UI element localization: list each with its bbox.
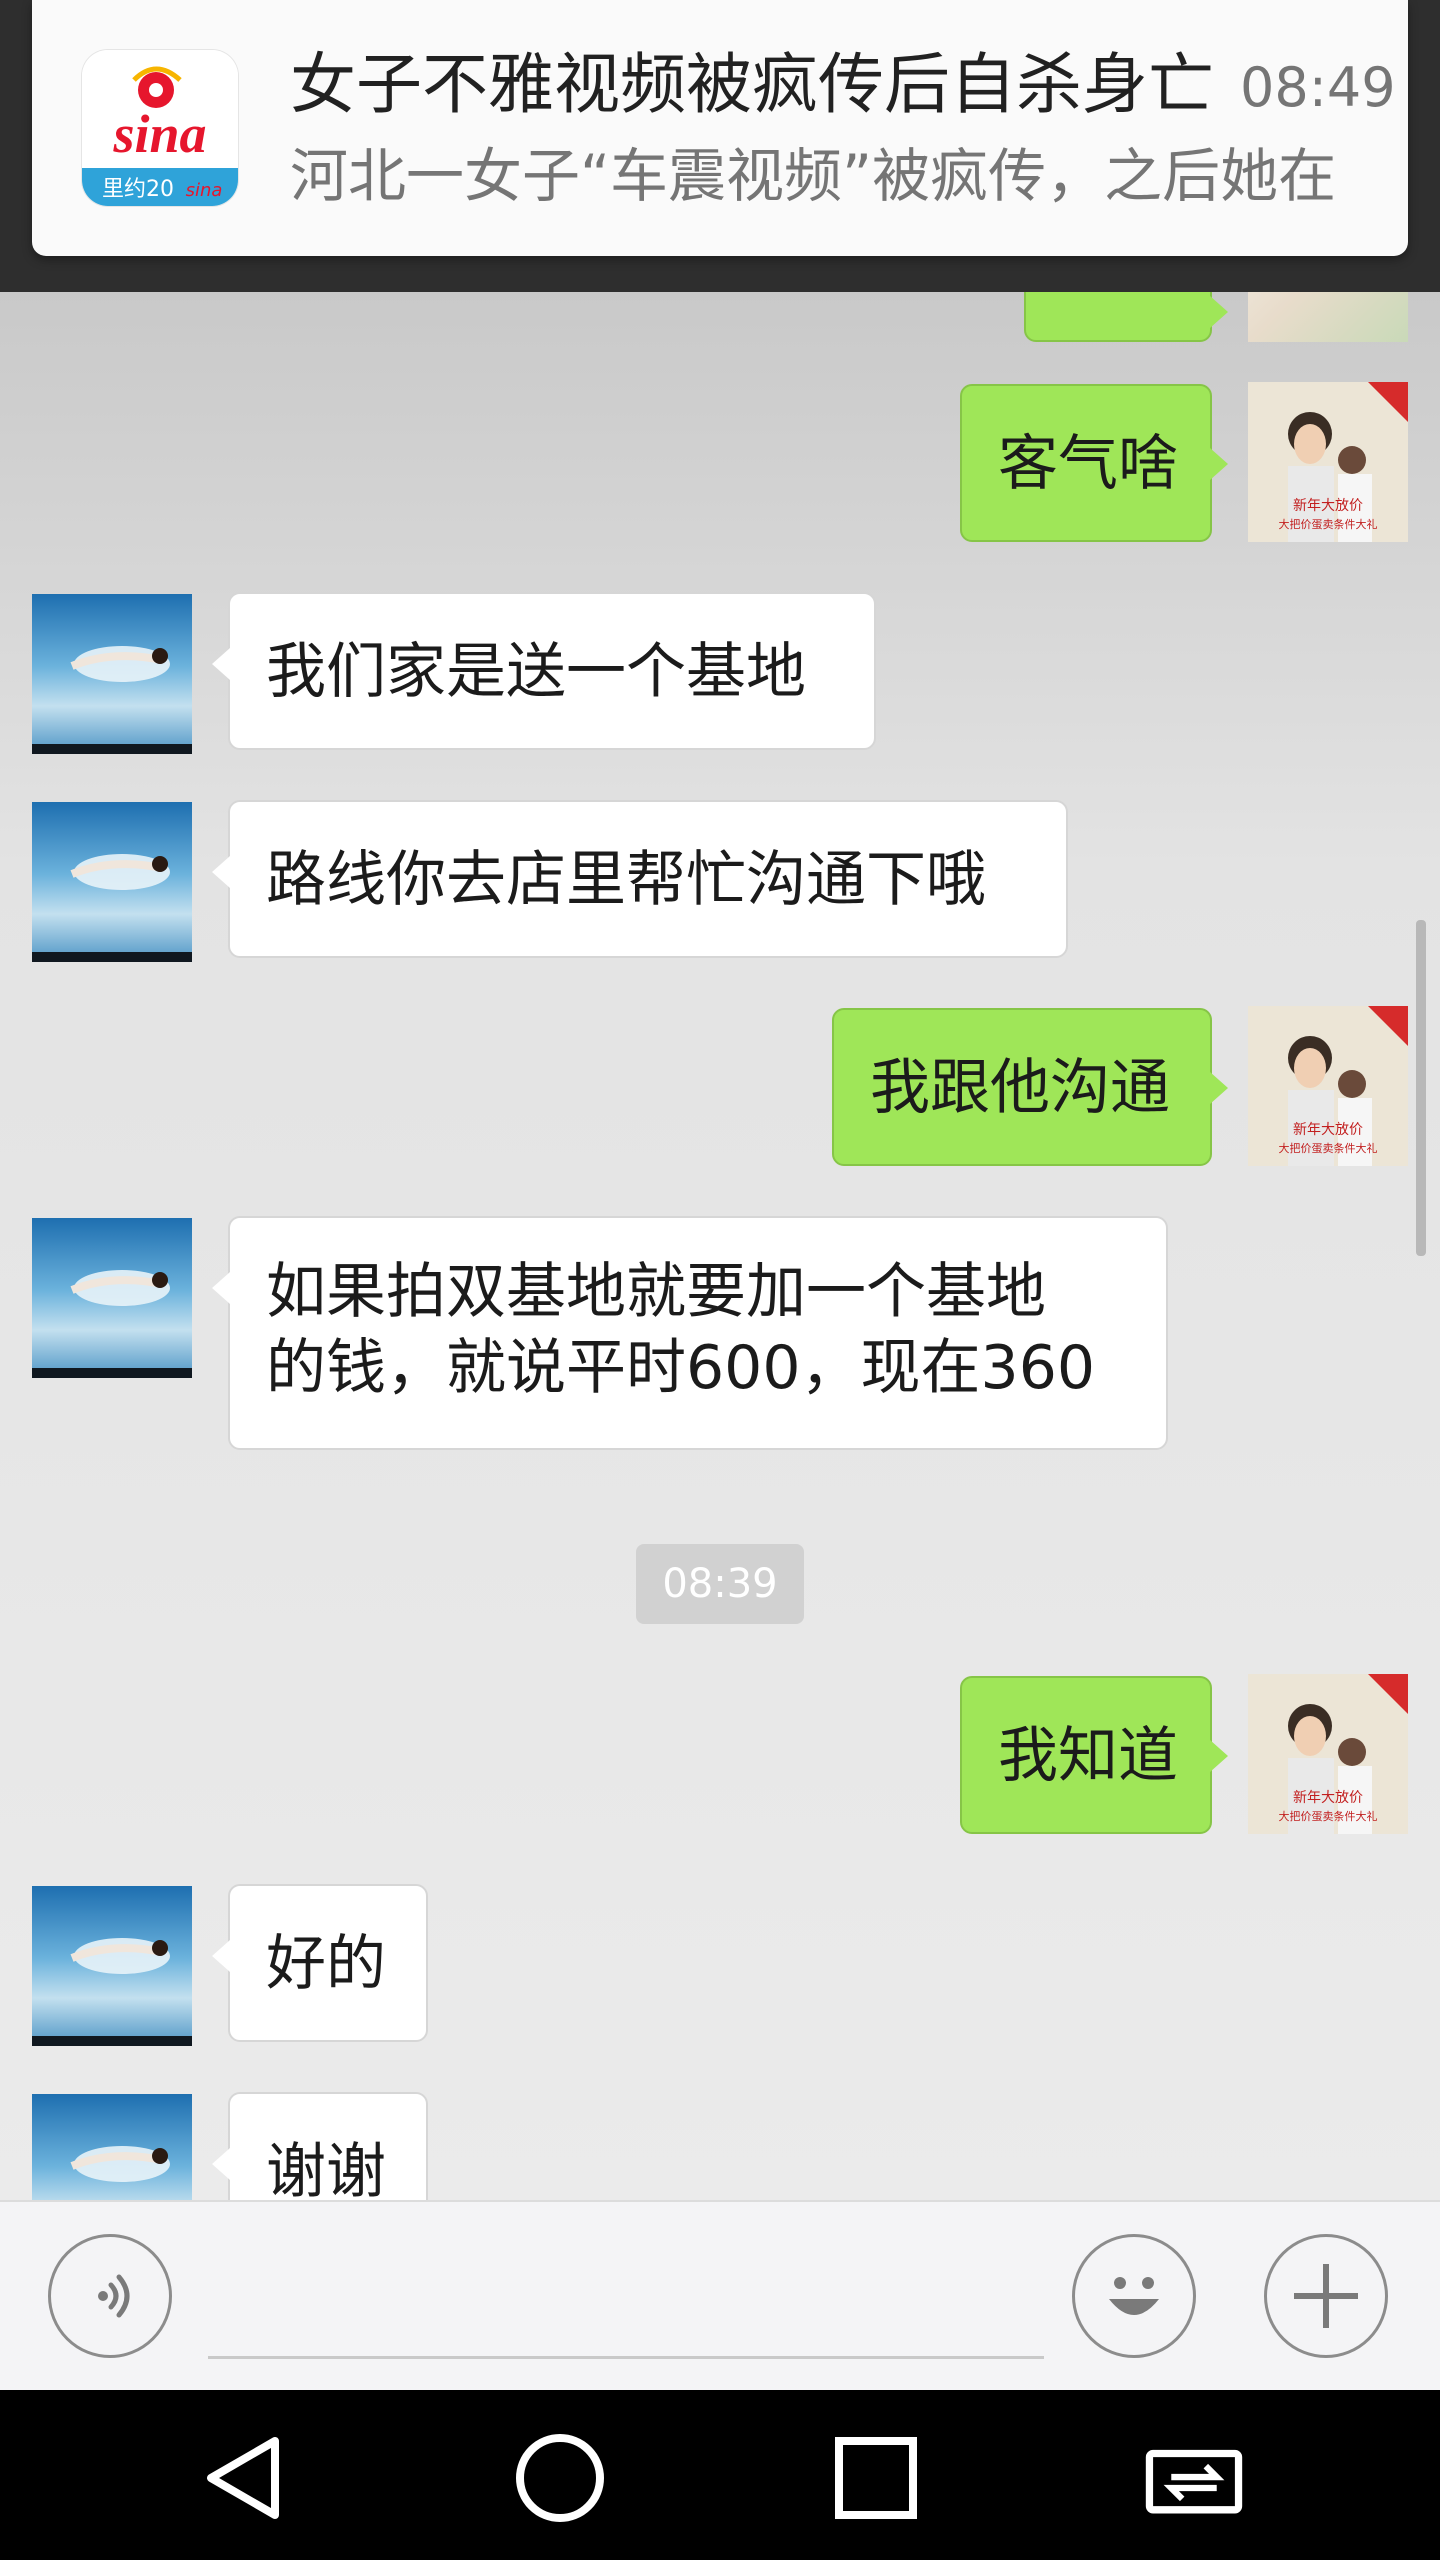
voice-icon: [98, 2274, 130, 2318]
voice-button[interactable]: [48, 2234, 172, 2358]
message-input[interactable]: [208, 2242, 1044, 2359]
message-text: 我们家是送一个基地: [266, 637, 806, 707]
home-button[interactable]: [510, 2428, 610, 2528]
input-bar: [0, 2200, 1440, 2392]
message-text: 我知道: [998, 1721, 1178, 1791]
message-bubble-contact[interactable]: 如果拍双基地就要加一个基地 的钱，就说平时600，现在360: [212, 1216, 1168, 1450]
notification-text: 河北一女子“车震视频”被疯传，之后她在: [290, 142, 1337, 210]
message-text: 路线你去店里帮忙沟通下哦: [266, 845, 986, 915]
sina-logo: sina 里约20 sina: [82, 50, 238, 206]
chat-area[interactable]: 客气啥 新年大放价 大把价蛋卖条件大礼 我们家是送一个基地 路线你去店里帮忙沟通…: [0, 292, 1440, 2200]
plus-icon: [1294, 2264, 1358, 2328]
avatar-photo: [32, 1938, 192, 2046]
emoji-button[interactable]: [1072, 2234, 1196, 2358]
avatar-contact[interactable]: [32, 594, 192, 754]
message-text-line: 如果拍双基地就要加一个基地: [266, 1257, 1046, 1327]
message-bubble-contact[interactable]: 我们家是送一个基地: [212, 592, 876, 750]
message-bubble-self[interactable]: 我知道: [960, 1676, 1228, 1834]
avatar-photo: [70, 2146, 170, 2182]
svg-text:新年大放价: 新年大放价: [1293, 1122, 1363, 1138]
switch-icon: [1145, 2449, 1243, 2514]
scrollbar[interactable]: [1416, 920, 1426, 1256]
back-icon: [207, 2437, 279, 2519]
message-bubble-contact[interactable]: 路线你去店里帮忙沟通下哦: [212, 800, 1068, 958]
message-text: 客气啥: [998, 429, 1178, 499]
avatar-photo: 新年大放价 大把价蛋卖条件大礼: [1248, 1006, 1408, 1166]
svg-text:大把价蛋卖条件大礼: 大把价蛋卖条件大礼: [1279, 517, 1378, 531]
message-bubble-contact[interactable]: 谢谢: [212, 2092, 428, 2200]
home-icon: [516, 2434, 604, 2522]
message-bubble-contact[interactable]: 好的: [212, 1884, 428, 2042]
message-text: 谢谢: [266, 2137, 386, 2200]
notification-time: 08:49: [1240, 56, 1396, 119]
svg-text:新年大放价: 新年大放价: [1293, 498, 1363, 514]
avatar-contact[interactable]: [32, 1886, 192, 2046]
svg-text:新年大放价: 新年大放价: [1293, 1790, 1363, 1806]
navigation-bar: [0, 2390, 1440, 2560]
message-text: 我跟他沟通: [870, 1053, 1170, 1123]
avatar-contact[interactable]: [32, 2094, 192, 2200]
emoji-icon: [1109, 2277, 1159, 2315]
avatar-photo: 新年大放价 大把价蛋卖条件大礼: [1248, 382, 1408, 542]
message-bubble-self[interactable]: 我跟他沟通: [832, 1008, 1228, 1166]
avatar-contact[interactable]: [32, 1218, 192, 1378]
avatar-photo: [32, 854, 192, 962]
avatar-contact[interactable]: [32, 802, 192, 962]
message-bubble-self[interactable]: 客气啥: [960, 384, 1228, 542]
avatar-self[interactable]: 新年大放价 大把价蛋卖条件大礼: [1248, 1674, 1408, 1834]
avatar-photo: [32, 646, 192, 754]
svg-text:大把价蛋卖条件大礼: 大把价蛋卖条件大礼: [1279, 1809, 1378, 1823]
recent-apps-icon: [835, 2437, 917, 2519]
avatar-photo: 新年大放价 大把价蛋卖条件大礼: [1248, 1674, 1408, 1834]
avatar-self[interactable]: 新年大放价 大把价蛋卖条件大礼: [1248, 382, 1408, 542]
svg-text:里约20: 里约20: [102, 177, 174, 202]
switch-button[interactable]: [1144, 2428, 1244, 2528]
avatar-self[interactable]: 新年大放价 大把价蛋卖条件大礼: [1248, 1006, 1408, 1166]
message-text-line: 的钱，就说平时600，现在360: [266, 1333, 1096, 1403]
plus-button[interactable]: [1264, 2234, 1388, 2358]
svg-text:sina: sina: [112, 104, 206, 164]
svg-text:sina: sina: [186, 180, 223, 201]
avatar-self-partial[interactable]: [1248, 292, 1408, 342]
message-bubble-partial: [1024, 292, 1228, 342]
avatar-photo: [32, 1270, 192, 1378]
sina-app-icon: sina 里约20 sina: [82, 50, 238, 206]
back-button[interactable]: [194, 2428, 294, 2528]
notification-title: 女子不雅视频被疯传后自杀身亡: [290, 46, 1214, 123]
notification-card[interactable]: sina 里约20 sina 女子不雅视频被疯传后自杀身亡 08:49 河北一女…: [32, 0, 1408, 256]
message-text: 好的: [266, 1929, 386, 1999]
recent-apps-button[interactable]: [826, 2428, 926, 2528]
svg-text:大把价蛋卖条件大礼: 大把价蛋卖条件大礼: [1279, 1141, 1378, 1155]
timestamp-divider: 08:39: [636, 1544, 804, 1624]
